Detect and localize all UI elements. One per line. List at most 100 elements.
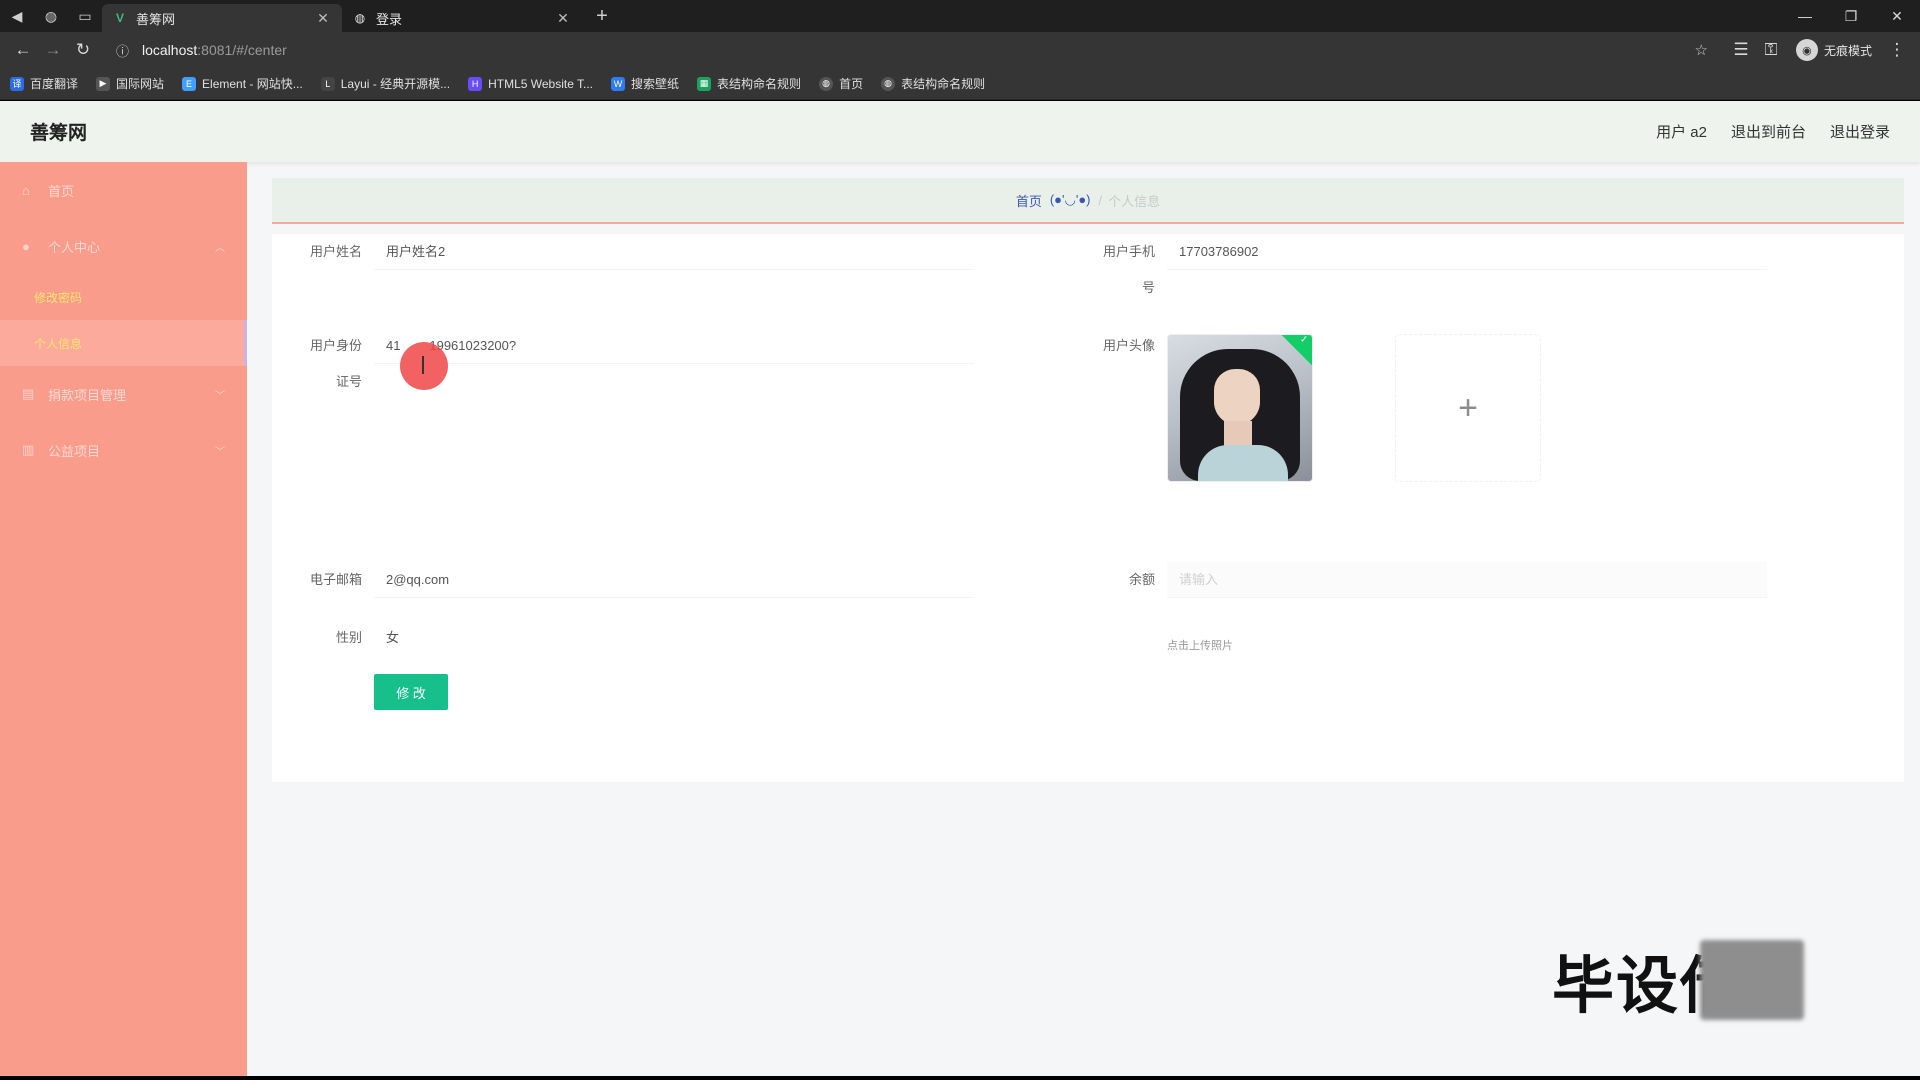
sidebar-item-label: 首页 bbox=[48, 183, 75, 199]
bottom-edge bbox=[0, 1076, 1920, 1080]
address-host: localhost bbox=[142, 42, 198, 58]
chevron-up-icon: ︿ bbox=[215, 242, 225, 254]
bookmark-label: 表结构命名规则 bbox=[901, 77, 986, 91]
logout-link[interactable]: 退出登录 bbox=[1830, 121, 1890, 142]
globe-icon[interactable]: ◍ bbox=[34, 0, 68, 32]
chart-icon: ▥ bbox=[22, 442, 35, 457]
gender-select[interactable]: 女 bbox=[374, 620, 574, 656]
gender-label: 性别 bbox=[335, 630, 362, 645]
back-to-front-link[interactable]: 退出到前台 bbox=[1731, 121, 1806, 142]
bookmark-item[interactable]: 译百度翻译 bbox=[10, 75, 78, 92]
bookmark-item[interactable]: ◍ 首页 bbox=[819, 75, 863, 92]
watermark-blur bbox=[1700, 940, 1804, 1020]
upload-button[interactable]: + bbox=[1395, 334, 1541, 482]
submit-button[interactable]: 修 改 bbox=[374, 674, 448, 710]
minimize-icon[interactable]: — bbox=[1782, 0, 1828, 32]
bookmark-label: 搜索壁纸 bbox=[631, 77, 680, 91]
address-bar[interactable]: ⓘ localhost :8081/#/center ☆ bbox=[106, 36, 1718, 64]
browser-toolbar: ← → ↻ ⓘ localhost :8081/#/center ☆ ☰ ⚿ ◉… bbox=[0, 32, 1920, 68]
chevron-down-icon: ﹀ bbox=[215, 390, 225, 402]
forward-icon[interactable]: → bbox=[38, 35, 68, 65]
close-icon[interactable]: ✕ bbox=[554, 10, 572, 27]
back-icon[interactable]: ← bbox=[8, 35, 38, 65]
window-controls: — ❐ ✕ bbox=[1782, 0, 1920, 32]
screen: ◀ ◍ ▭ V 善筹网 ✕ ◍ 登录 ✕ + — ❐ ✕ ← → ↻ ⓘ loc… bbox=[0, 0, 1920, 1080]
sidebar-item-charity-projects[interactable]: ▥ 公益项目 ﹀ bbox=[0, 422, 247, 478]
close-icon[interactable]: ✕ bbox=[314, 10, 332, 27]
breadcrumb-current: 个人信息 bbox=[1108, 193, 1161, 209]
new-tab-button[interactable]: + bbox=[588, 2, 616, 30]
profile-label: 无痕模式 bbox=[1823, 43, 1872, 58]
bookmark-star-icon[interactable]: ☆ bbox=[1695, 41, 1708, 59]
breadcrumb-home[interactable]: 首页 bbox=[1016, 191, 1042, 210]
idcard-label-cont: 证号 bbox=[335, 374, 362, 389]
browser-tab-2[interactable]: ◍ 登录 ✕ bbox=[342, 4, 582, 32]
bookmark-label: 百度翻译 bbox=[30, 77, 79, 91]
phone-input[interactable]: 17703786902 bbox=[1167, 234, 1767, 270]
tab-overview-icon[interactable]: ▭ bbox=[68, 0, 102, 32]
key-icon[interactable]: ⚿ bbox=[1756, 35, 1786, 65]
sidebar-subitem-change-password[interactable]: 修改密码 bbox=[0, 274, 247, 320]
avatar-image[interactable]: ✓ bbox=[1167, 334, 1313, 482]
wallpaper-icon: W bbox=[611, 76, 626, 91]
vue-icon: V bbox=[115, 11, 124, 25]
bookmark-label: 国际网站 bbox=[116, 77, 165, 91]
sidebar-item-label: 捐款项目管理 bbox=[48, 387, 127, 403]
app-header: 善筹网 用户 a2 退出到前台 退出登录 bbox=[0, 101, 1920, 162]
sidebar-item-label: 公益项目 bbox=[48, 443, 101, 459]
reading-list-icon[interactable]: ☰ bbox=[1726, 35, 1756, 65]
close-window-icon[interactable]: ✕ bbox=[1874, 0, 1920, 32]
breadcrumb-emoticon: (●'◡'●) bbox=[1049, 192, 1091, 207]
sidebar-item-label: 个人信息 bbox=[34, 336, 83, 351]
idcard-label: 用户身份 bbox=[309, 338, 362, 353]
avatar-label: 用户头像 bbox=[1102, 338, 1155, 353]
header-actions: 用户 a2 退出到前台 退出登录 bbox=[1656, 121, 1890, 142]
sidebar-item-home[interactable]: ⌂ 首页 bbox=[0, 162, 247, 218]
browser-tab-strip: ◀ ◍ ▭ V 善筹网 ✕ ◍ 登录 ✕ + — ❐ ✕ bbox=[0, 0, 1920, 32]
username-label: 用户姓名 bbox=[309, 244, 362, 259]
browser-tab-1[interactable]: V 善筹网 ✕ bbox=[102, 4, 342, 32]
site-logo[interactable]: 善筹网 bbox=[30, 118, 87, 145]
menu-kebab-icon[interactable]: ⋮ bbox=[1882, 35, 1912, 65]
breadcrumb-separator: / bbox=[1098, 192, 1103, 208]
chevron-down-icon: ﹀ bbox=[215, 446, 225, 458]
balance-label: 余额 bbox=[1128, 572, 1155, 587]
bookmark-item[interactable]: E Element - 网站快... bbox=[182, 75, 303, 92]
current-user: 用户 a2 bbox=[1656, 124, 1707, 141]
bookmark-icon: 译 bbox=[10, 76, 24, 91]
restore-icon[interactable]: ❐ bbox=[1828, 0, 1874, 32]
bookmark-item[interactable]: ◍ 表结构命名规则 bbox=[881, 75, 985, 92]
phone-label: 用户手机 bbox=[1102, 244, 1155, 259]
reload-icon[interactable]: ↻ bbox=[68, 35, 98, 65]
sidebar-item-donation-projects[interactable]: ▤ 捐款项目管理 ﹀ bbox=[0, 366, 247, 422]
bookmark-item[interactable]: W 搜索壁纸 bbox=[611, 75, 679, 92]
html5-icon: H bbox=[468, 76, 483, 91]
info-icon[interactable]: ⓘ bbox=[116, 41, 134, 60]
bookmark-item[interactable]: ▦ 表结构命名规则 bbox=[697, 75, 801, 92]
phone-label-cont: 号 bbox=[1141, 280, 1155, 295]
tab-title: 登录 bbox=[376, 11, 403, 27]
sidebar-item-label: 个人中心 bbox=[48, 239, 101, 255]
bookmark-item[interactable]: H HTML5 Website T... bbox=[468, 76, 594, 91]
globe-icon: ◍ bbox=[354, 11, 366, 25]
bookmark-item[interactable]: L Layui - 经典开源模... bbox=[320, 75, 451, 92]
email-label: 电子邮箱 bbox=[309, 572, 362, 587]
mute-icon[interactable]: ◀ bbox=[0, 0, 34, 32]
bookmark-label: Layui - 经典开源模... bbox=[340, 77, 451, 91]
sidebar-item-label: 修改密码 bbox=[34, 290, 83, 305]
web-page: 善筹网 用户 a2 退出到前台 退出登录 ⌂ 首页 ● 个人中心 ︿ 修改密码 … bbox=[0, 101, 1920, 1076]
username-input[interactable]: 用户姓名2 bbox=[374, 234, 974, 270]
bookmark-item[interactable]: ▶ 国际网站 bbox=[96, 75, 164, 92]
globe-icon: ◍ bbox=[881, 76, 896, 91]
bookmark-label: HTML5 Website T... bbox=[488, 76, 594, 91]
layui-icon: L bbox=[320, 76, 335, 91]
sidebar: ⌂ 首页 ● 个人中心 ︿ 修改密码 个人信息 ▤ 捐款项目管理 ﹀ ▥ 公益项… bbox=[0, 162, 247, 1076]
sidebar-subitem-personal-info[interactable]: 个人信息 bbox=[0, 320, 247, 366]
address-path: :8081/#/center bbox=[197, 42, 287, 58]
profile-button[interactable]: ◉ 无痕模式 bbox=[1795, 39, 1872, 61]
user-icon: ● bbox=[22, 238, 30, 254]
sidebar-item-personal-center[interactable]: ● 个人中心 ︿ bbox=[0, 218, 247, 274]
email-input[interactable]: 2@qq.com bbox=[374, 562, 974, 598]
idcard-input[interactable]: 41 19961023200? bbox=[374, 328, 974, 364]
balance-input: 请输入 bbox=[1167, 562, 1767, 598]
